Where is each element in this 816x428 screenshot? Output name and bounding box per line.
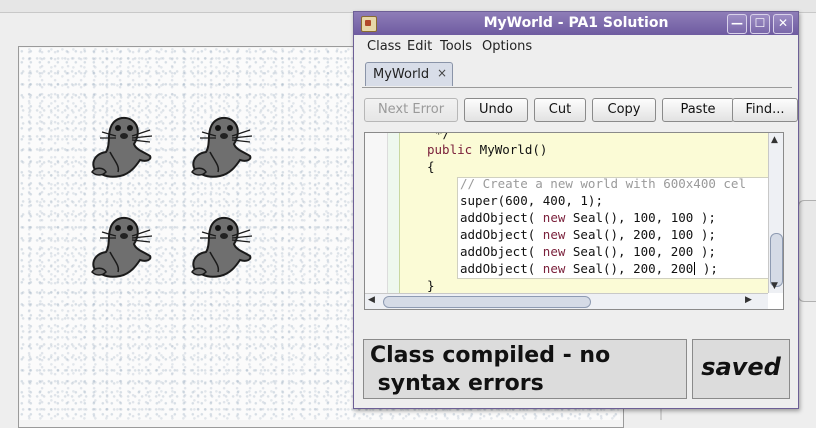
close-button[interactable]: ✕ [773,14,793,34]
scroll-thumb[interactable] [383,296,591,308]
keyword: public [427,142,473,157]
menu-edit[interactable]: Edit [407,39,432,54]
keyword: new [542,244,566,259]
editor-toolbar: Next Error Undo Cut Copy Paste Find... [354,96,798,126]
code-line: } [427,278,435,293]
code-text: addObject( [460,261,543,276]
code-text: ); [695,261,718,276]
method-signature: MyWorld() [472,142,548,157]
tab-strip: MyWorld × [362,60,792,88]
code-editor[interactable]: */ public MyWorld() { // Create a new wo… [364,132,784,310]
find-button[interactable]: Find... [732,98,798,122]
scroll-thumb[interactable] [770,233,783,287]
minimize-button[interactable]: — [727,14,747,34]
code-text: addObject( [460,244,543,259]
undo-button[interactable]: Undo [464,98,528,122]
menu-bar: Class Edit Tools Options [354,36,798,58]
horizontal-scrollbar[interactable]: ◀ ▶ [365,293,768,309]
maximize-button[interactable]: ☐ [750,14,770,34]
scroll-right-icon[interactable]: ▶ [745,295,752,305]
copy-button[interactable]: Copy [592,98,656,122]
panel-scroll-handle[interactable] [798,200,816,302]
seal-icon[interactable] [80,206,160,286]
code-line: addObject( new Seal(), 200, 100 ); [460,226,716,243]
code-line: public MyWorld() [427,141,547,158]
status-message: Class compiled - no syntax errors [370,343,611,396]
status-bar: Class compiled - no syntax errors [363,339,687,399]
code-line: addObject( new Seal(), 100, 200 ); [460,243,716,260]
keyword: new [542,227,566,242]
seal-icon[interactable] [180,206,260,286]
code-line: addObject( new Seal(), 100, 100 ); [460,209,716,226]
vertical-scrollbar[interactable]: ▲ ▼ [768,133,783,293]
comment-end: */ [435,132,451,141]
cut-button[interactable]: Cut [534,98,586,122]
code-line: addObject( new Seal(), 200, 200 ); [460,260,718,277]
code-text: Seal(), 200, 100 ); [565,227,716,242]
scroll-up-icon[interactable]: ▲ [771,135,778,145]
code-text: Seal(), 100, 100 ); [565,210,716,225]
menu-class[interactable]: Class [367,39,401,54]
keyword: new [542,261,566,276]
code-line: { [427,159,435,174]
saved-indicator: saved [692,339,790,399]
code-text: addObject( [460,227,543,242]
tab-label: MyWorld [373,67,430,82]
seal-icon[interactable] [80,106,160,186]
code-text: Seal(), 100, 200 ); [565,244,716,259]
next-error-button[interactable]: Next Error [364,98,458,122]
editor-titlebar[interactable]: MyWorld - PA1 Solution — ☐ ✕ [354,12,798,35]
scroll-left-icon[interactable]: ◀ [368,295,375,305]
line-gutter [365,133,388,293]
paste-button[interactable]: Paste [662,98,734,122]
code-line: super(600, 400, 1); [460,193,603,208]
saved-label: saved [701,353,781,381]
code-comment: // Create a new world with 600x400 cel [460,176,746,191]
menu-options[interactable]: Options [482,39,532,54]
tab-close-icon[interactable]: × [437,66,447,80]
tab-myworld[interactable]: MyWorld × [365,62,453,86]
menu-tools[interactable]: Tools [440,39,472,54]
seal-icon[interactable] [180,106,260,186]
editor-window: MyWorld - PA1 Solution — ☐ ✕ Class Edit … [353,11,799,409]
keyword: new [542,210,566,225]
code-text: addObject( [460,210,543,225]
code-text: Seal(), 200, 200 [565,261,694,276]
scroll-down-icon[interactable]: ▼ [771,281,778,291]
